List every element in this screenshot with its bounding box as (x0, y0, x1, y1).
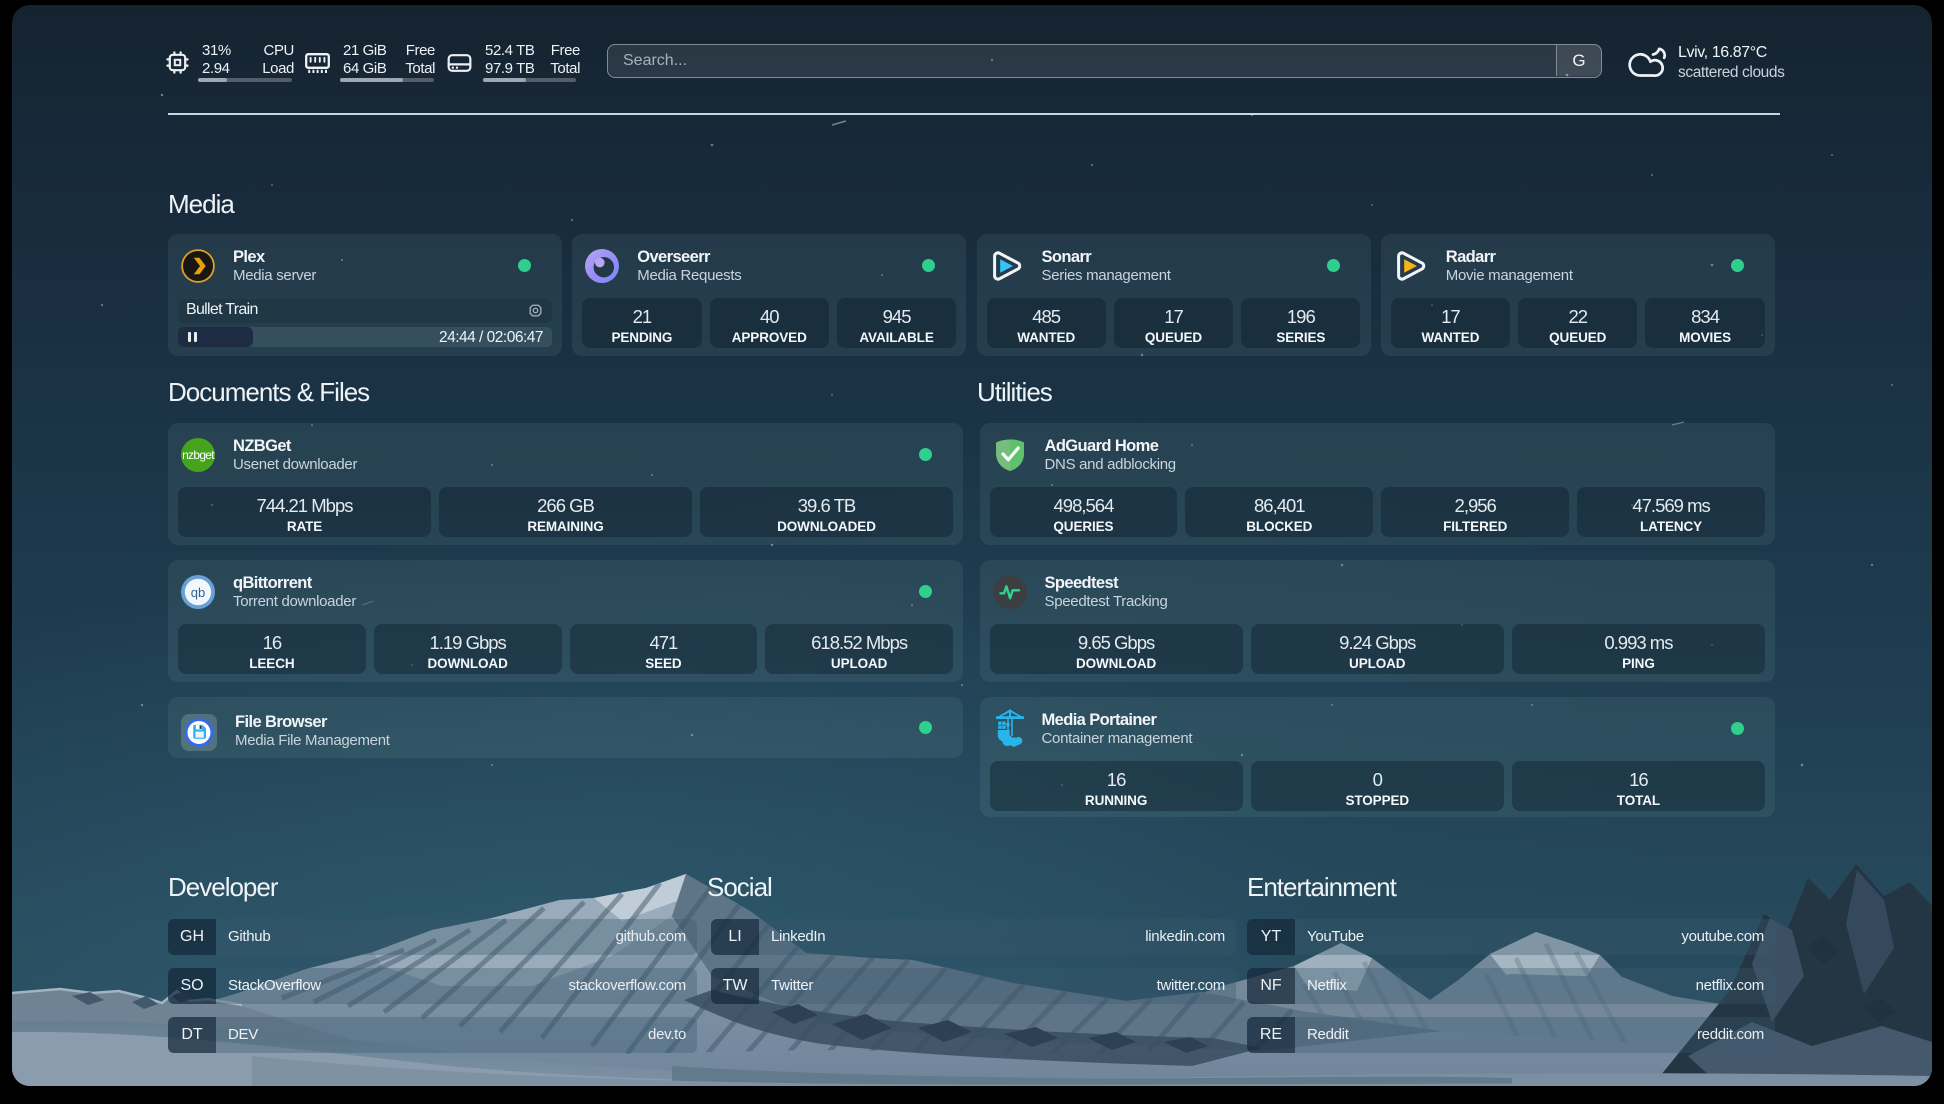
svg-text:qb: qb (191, 585, 205, 600)
svg-text:nzbget: nzbget (182, 448, 215, 462)
